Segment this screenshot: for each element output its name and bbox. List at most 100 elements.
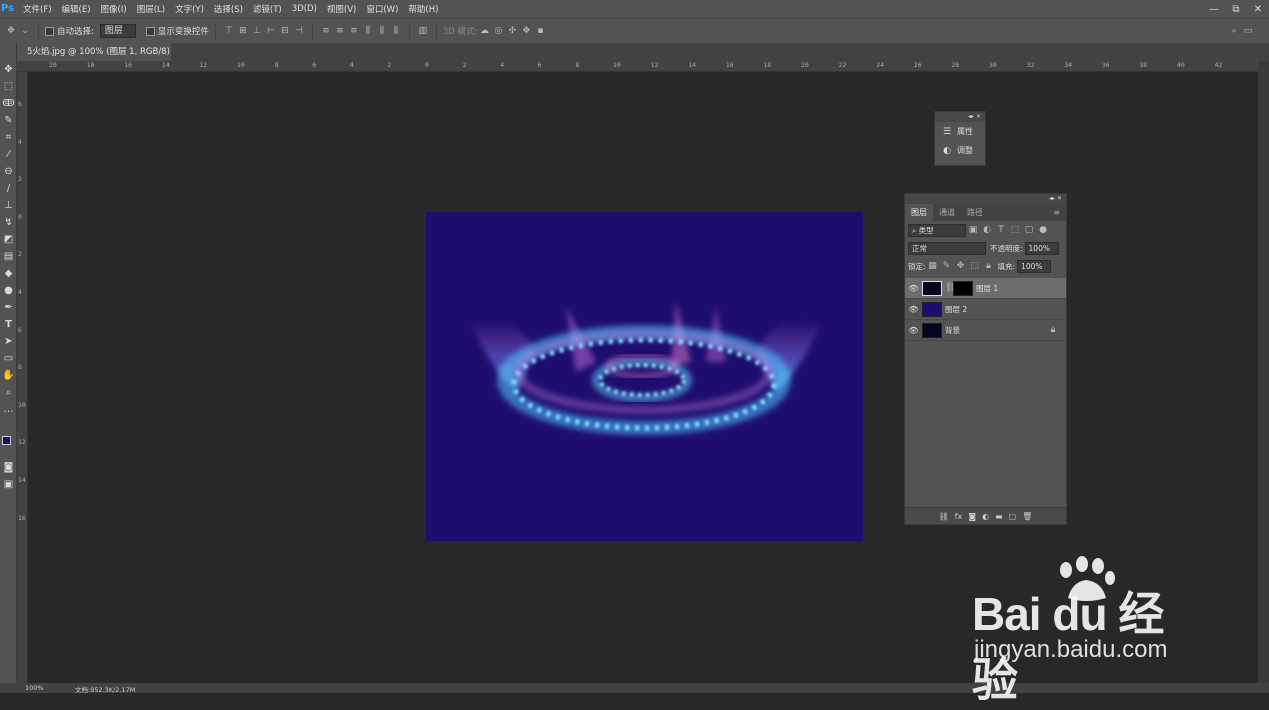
filter-smart-object-icon[interactable]: ▢: [1022, 225, 1036, 235]
align-bottom-icon[interactable]: ⊥: [250, 26, 264, 36]
dodge-tool-icon[interactable]: ●: [0, 282, 17, 299]
layer-row-1[interactable]: 👁︎ ⛓︎ 图层 1: [905, 278, 1066, 299]
minimize-button[interactable]: —: [1203, 4, 1225, 15]
lock-transparent-icon[interactable]: ▦: [926, 261, 940, 271]
layer-mask-thumbnail[interactable]: [953, 280, 973, 296]
align-vcenter-icon[interactable]: ⊞: [236, 26, 250, 36]
blur-tool-icon[interactable]: ◆: [0, 265, 17, 282]
quick-mask-icon[interactable]: ◙: [0, 459, 17, 476]
panel-menu-icon[interactable]: ≡: [1047, 204, 1066, 221]
lock-image-icon[interactable]: ✎: [940, 261, 954, 271]
history-brush-tool-icon[interactable]: ↯: [0, 214, 17, 231]
document-canvas[interactable]: [426, 212, 863, 541]
filter-kind-dropdown[interactable]: ⌕ 类型: [908, 223, 966, 237]
menu-help[interactable]: 帮助(H): [403, 3, 443, 15]
layer-style-icon[interactable]: fx: [955, 512, 963, 521]
workspace-icon[interactable]: ▭: [1241, 26, 1255, 36]
auto-select-checkbox[interactable]: [45, 26, 54, 36]
layer-name[interactable]: 图层 1: [976, 283, 998, 294]
type-tool-icon[interactable]: T: [0, 316, 17, 333]
visibility-eye-icon[interactable]: 👁︎: [905, 326, 922, 335]
distribute-top-icon[interactable]: ≡: [319, 26, 333, 36]
link-layers-icon[interactable]: ⛓︎: [939, 512, 949, 521]
layer-name[interactable]: 背景: [945, 325, 1046, 336]
visibility-eye-icon[interactable]: 👁︎: [905, 305, 922, 314]
tab-paths[interactable]: 路径: [961, 204, 989, 221]
menu-select[interactable]: 选择(S): [209, 3, 248, 15]
filter-adjustment-icon[interactable]: ◐: [980, 225, 994, 235]
lock-position-icon[interactable]: ✥: [954, 261, 968, 271]
menu-image[interactable]: 图像(I): [96, 3, 132, 15]
adjustments-item[interactable]: ◐ 调整: [935, 141, 985, 160]
menu-type[interactable]: 文字(Y): [170, 3, 209, 15]
blend-mode-dropdown[interactable]: 正常: [908, 241, 986, 255]
opacity-input[interactable]: 100%: [1024, 241, 1059, 255]
quick-select-tool-icon[interactable]: ✎: [0, 112, 17, 129]
3d-roll-icon[interactable]: ◎: [491, 26, 505, 36]
foreground-color-swatch[interactable]: [2, 436, 11, 445]
more-tools-icon[interactable]: …: [0, 401, 17, 418]
align-left-icon[interactable]: ⊢: [264, 26, 278, 36]
eraser-tool-icon[interactable]: ◩: [0, 231, 17, 248]
align-hcenter-icon[interactable]: ⊟: [278, 26, 292, 36]
filter-toggle-icon[interactable]: ●: [1036, 225, 1050, 235]
menu-edit[interactable]: 编辑(E): [57, 3, 96, 15]
restore-button[interactable]: ⧉: [1225, 4, 1247, 15]
distribute-vcenter-icon[interactable]: ≡: [333, 26, 347, 36]
distribute-hcenter-icon[interactable]: ⫼: [375, 26, 389, 36]
new-adjustment-icon[interactable]: ◐: [982, 512, 989, 521]
move-tool-icon[interactable]: ✥: [0, 61, 17, 78]
auto-align-icon[interactable]: ▥: [416, 26, 430, 36]
visibility-eye-icon[interactable]: 👁︎: [905, 284, 922, 293]
menu-file[interactable]: 文件(F): [18, 3, 57, 15]
distribute-right-icon[interactable]: ⫼: [389, 26, 403, 36]
zoom-level[interactable]: 100%: [25, 684, 44, 692]
filter-shape-icon[interactable]: ⬚: [1008, 225, 1022, 235]
marquee-tool-icon[interactable]: ⬚: [0, 78, 17, 95]
screen-mode-icon[interactable]: ▣: [0, 476, 17, 493]
lock-artboard-icon[interactable]: ⬚: [968, 261, 982, 271]
filter-type-icon[interactable]: T: [994, 225, 1008, 235]
align-top-icon[interactable]: ⊤: [222, 26, 236, 36]
path-select-tool-icon[interactable]: ➤: [0, 333, 17, 350]
align-right-icon[interactable]: ⊣: [292, 26, 306, 36]
add-mask-icon[interactable]: ◙: [968, 512, 976, 521]
brush-tool-icon[interactable]: ∕: [0, 180, 17, 197]
fill-input[interactable]: 100%: [1017, 259, 1052, 273]
distribute-bottom-icon[interactable]: ≡: [347, 26, 361, 36]
layer-name[interactable]: 图层 2: [945, 304, 967, 315]
filter-pixel-icon[interactable]: ▣: [966, 225, 980, 235]
document-tab[interactable]: 5火焰.jpg @ 100% (图层 1, RGB/8) * ×: [17, 43, 171, 75]
show-transform-checkbox[interactable]: [145, 26, 155, 36]
3d-slide-icon[interactable]: ✥: [519, 26, 533, 36]
tab-layers[interactable]: 图层: [905, 204, 933, 221]
lasso-tool-icon[interactable]: ↂ: [0, 95, 17, 112]
new-group-icon[interactable]: ▬: [995, 512, 1003, 521]
gradient-tool-icon[interactable]: ▤: [0, 248, 17, 265]
menu-filter[interactable]: 滤镜(T): [248, 3, 287, 15]
move-tool-icon[interactable]: ✥: [4, 26, 18, 36]
layer-row-2[interactable]: 👁︎ 图层 2: [905, 299, 1066, 320]
menu-3d[interactable]: 3D(D): [287, 4, 322, 14]
eyedropper-tool-icon[interactable]: ⁄: [0, 146, 17, 163]
crop-tool-icon[interactable]: ⌗: [0, 129, 17, 146]
tab-channels[interactable]: 通道: [933, 204, 961, 221]
zoom-tool-icon[interactable]: ⌕: [0, 384, 17, 401]
layer-row-background[interactable]: 👁︎ 背景 🔒︎: [905, 320, 1066, 341]
close-window-button[interactable]: ✕: [1247, 4, 1269, 15]
pen-tool-icon[interactable]: ✒: [0, 299, 17, 316]
auto-select-dropdown[interactable]: 图层: [99, 24, 136, 38]
clone-stamp-tool-icon[interactable]: ⊥: [0, 197, 17, 214]
search-icon[interactable]: ⌕: [1227, 26, 1241, 36]
menu-layer[interactable]: 图层(L): [132, 3, 170, 15]
chevron-down-icon[interactable]: ⌄: [18, 26, 32, 36]
3d-scale-icon[interactable]: ▪: [533, 26, 547, 36]
distribute-left-icon[interactable]: ⫼: [361, 26, 375, 36]
panel-header[interactable]: ◂▸ ✕: [905, 194, 1066, 203]
delete-layer-icon[interactable]: 🗑︎: [1022, 512, 1032, 521]
3d-orbit-icon[interactable]: ☁: [477, 26, 491, 36]
properties-item[interactable]: ☰ 属性: [935, 122, 985, 141]
vertical-scrollbar[interactable]: [1258, 61, 1269, 683]
hand-tool-icon[interactable]: ✋: [0, 367, 17, 384]
menu-window[interactable]: 窗口(W): [361, 3, 403, 15]
